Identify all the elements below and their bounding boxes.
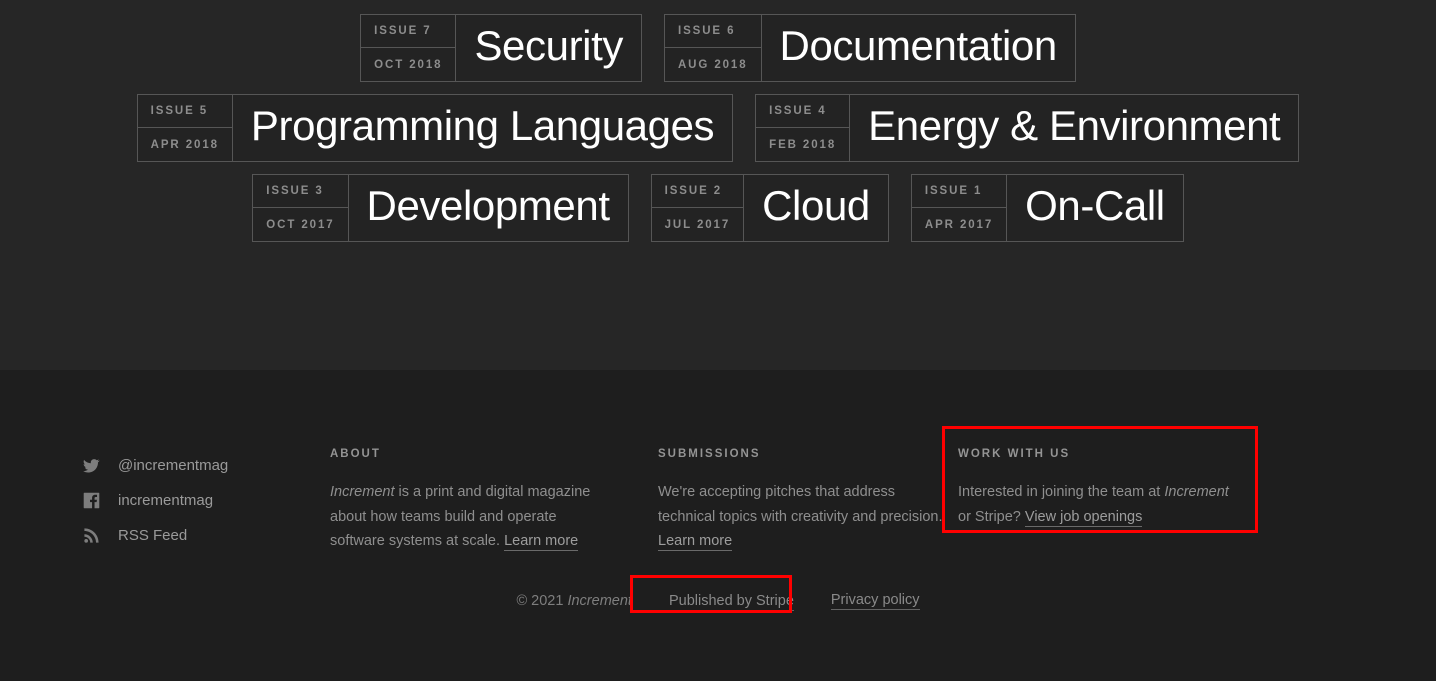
issue-title: Programming Languages bbox=[250, 102, 715, 149]
footer-work-with-us-column: WORK WITH US Interested in joining the t… bbox=[942, 426, 1298, 554]
footer-columns: @incrementmag incrementmag RSS Feed ABOU… bbox=[0, 370, 1436, 554]
issue-meta: ISSUE 2 JUL 2017 bbox=[651, 175, 745, 241]
submissions-learn-more-link[interactable]: Learn more bbox=[658, 533, 733, 551]
issue-title: Security bbox=[474, 22, 623, 69]
issue-card-4[interactable]: ISSUE 4 FEB 2018 Energy & Environment bbox=[755, 94, 1300, 162]
work-with-us-heading: WORK WITH US bbox=[958, 448, 1071, 460]
submissions-body: We're accepting pitches that address tec… bbox=[658, 480, 943, 554]
facebook-icon bbox=[82, 492, 100, 510]
footer-social-column: @incrementmag incrementmag RSS Feed bbox=[0, 448, 330, 554]
issue-date-label: AUG 2018 bbox=[677, 58, 748, 71]
published-by-stripe-wrapper: Published by Stripe bbox=[629, 575, 794, 613]
social-link-label: @incrementmag bbox=[118, 457, 229, 474]
issue-card-7[interactable]: ISSUE 7 OCT 2018 Security bbox=[360, 14, 642, 82]
issue-meta: ISSUE 1 APR 2017 bbox=[911, 175, 1008, 241]
issue-number-label: ISSUE 7 bbox=[361, 15, 456, 48]
issue-date-label: FEB 2018 bbox=[769, 138, 837, 151]
social-link-twitter[interactable]: @incrementmag bbox=[82, 448, 330, 483]
increment-archive-page: ISSUE 7 OCT 2018 Security ISSUE 6 AUG 20… bbox=[0, 0, 1436, 681]
social-link-label: incrementmag bbox=[118, 492, 214, 509]
issue-card-5[interactable]: ISSUE 5 APR 2018 Programming Languages bbox=[136, 94, 734, 162]
issue-number-label: ISSUE 6 bbox=[664, 15, 761, 48]
work-body-text-2: or Stripe? bbox=[958, 508, 1025, 525]
about-learn-more-link[interactable]: Learn more bbox=[504, 533, 579, 551]
social-link-rss[interactable]: RSS Feed bbox=[82, 518, 330, 553]
issue-date-label: OCT 2018 bbox=[374, 58, 443, 71]
issues-grid: ISSUE 7 OCT 2018 Security ISSUE 6 AUG 20… bbox=[0, 0, 1436, 370]
copyright-text: © 2021 Increment bbox=[516, 593, 631, 609]
work-magazine-name: Increment bbox=[1164, 484, 1229, 500]
issue-number-label: ISSUE 5 bbox=[137, 95, 232, 128]
issue-row: ISSUE 5 APR 2018 Programming Languages I… bbox=[0, 94, 1436, 162]
issue-title: On-Call bbox=[1025, 182, 1165, 229]
issue-title: Cloud bbox=[762, 182, 870, 229]
issue-row: ISSUE 7 OCT 2018 Security ISSUE 6 AUG 20… bbox=[0, 14, 1436, 82]
copyright-magazine-name: Increment bbox=[567, 593, 632, 609]
issue-card-2[interactable]: ISSUE 2 JUL 2017 Cloud bbox=[650, 174, 889, 242]
issue-number-label: ISSUE 1 bbox=[911, 175, 1007, 208]
copyright-prefix: © 2021 bbox=[516, 593, 568, 609]
rss-icon bbox=[82, 527, 100, 545]
issue-date-label: JUL 2017 bbox=[664, 218, 731, 231]
work-body-text-1: Interested in joining the team at bbox=[958, 484, 1165, 500]
issue-number-label: ISSUE 2 bbox=[651, 175, 744, 208]
work-with-us-body: Interested in joining the team at Increm… bbox=[958, 480, 1243, 529]
published-by-stripe-link[interactable]: Published by Stripe bbox=[668, 593, 794, 611]
issue-row: ISSUE 3 OCT 2017 Development ISSUE 2 JUL… bbox=[0, 174, 1436, 242]
issue-title: Energy & Environment bbox=[868, 102, 1281, 149]
submissions-body-text: We're accepting pitches that address tec… bbox=[658, 484, 943, 525]
view-job-openings-link[interactable]: View job openings bbox=[1024, 508, 1143, 527]
about-heading: ABOUT bbox=[330, 448, 381, 460]
site-footer: @incrementmag incrementmag RSS Feed ABOU… bbox=[0, 370, 1436, 681]
issue-meta: ISSUE 5 APR 2018 bbox=[137, 95, 233, 161]
issue-meta: ISSUE 4 FEB 2018 bbox=[756, 95, 851, 161]
issue-date-label: OCT 2017 bbox=[266, 218, 335, 231]
footer-about-column: ABOUT Increment is a print and digital m… bbox=[330, 448, 658, 554]
issue-title: Development bbox=[366, 182, 610, 229]
issue-card-6[interactable]: ISSUE 6 AUG 2018 Documentation bbox=[663, 14, 1076, 82]
about-magazine-name: Increment bbox=[330, 484, 395, 500]
issue-meta: ISSUE 7 OCT 2018 bbox=[361, 15, 457, 81]
issue-number-label: ISSUE 3 bbox=[253, 175, 348, 208]
twitter-icon bbox=[82, 457, 100, 475]
social-link-label: RSS Feed bbox=[118, 527, 188, 544]
footer-bottom-bar: © 2021 Increment Published by Stripe Pri… bbox=[0, 575, 1436, 613]
issue-date-label: APR 2018 bbox=[150, 138, 219, 151]
issue-meta: ISSUE 6 AUG 2018 bbox=[664, 15, 762, 81]
privacy-policy-link[interactable]: Privacy policy bbox=[830, 592, 920, 610]
issue-date-label: APR 2017 bbox=[924, 218, 994, 231]
issue-title: Documentation bbox=[779, 22, 1058, 69]
issue-card-1[interactable]: ISSUE 1 APR 2017 On-Call bbox=[910, 174, 1184, 242]
social-link-facebook[interactable]: incrementmag bbox=[82, 483, 330, 518]
submissions-heading: SUBMISSIONS bbox=[658, 448, 761, 460]
about-body: Increment is a print and digital magazin… bbox=[330, 480, 615, 554]
issue-number-label: ISSUE 4 bbox=[756, 95, 850, 128]
issue-card-3[interactable]: ISSUE 3 OCT 2017 Development bbox=[252, 174, 629, 242]
footer-submissions-column: SUBMISSIONS We're accepting pitches that… bbox=[658, 448, 958, 554]
issue-meta: ISSUE 3 OCT 2017 bbox=[253, 175, 349, 241]
